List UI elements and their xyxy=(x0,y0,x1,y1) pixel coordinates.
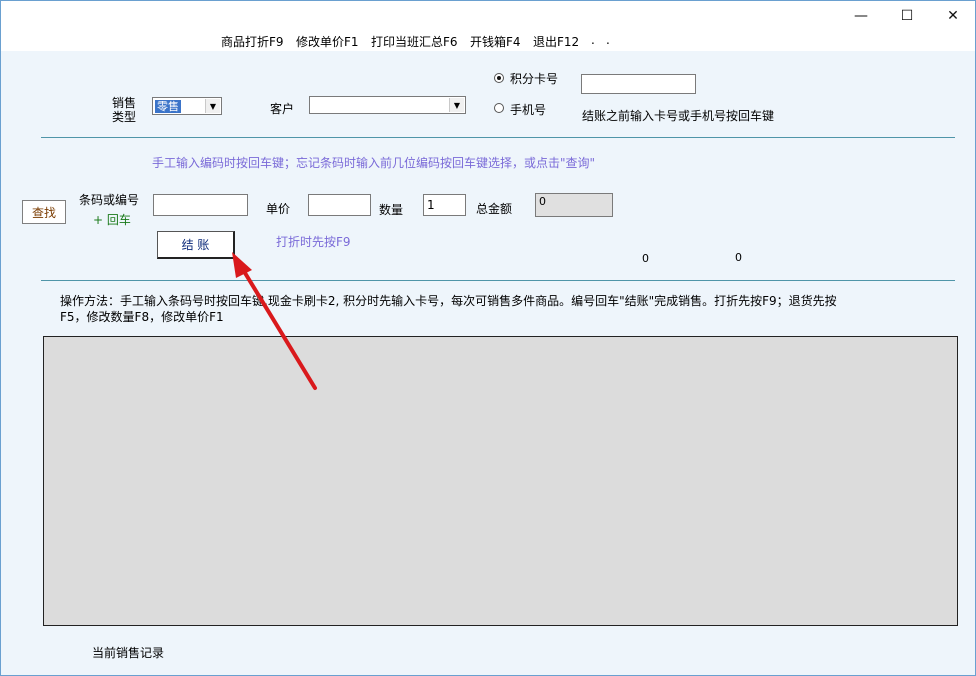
annotation-arrow xyxy=(232,252,317,390)
arrow-shaft xyxy=(240,266,317,390)
arrow-head-icon xyxy=(232,252,252,278)
